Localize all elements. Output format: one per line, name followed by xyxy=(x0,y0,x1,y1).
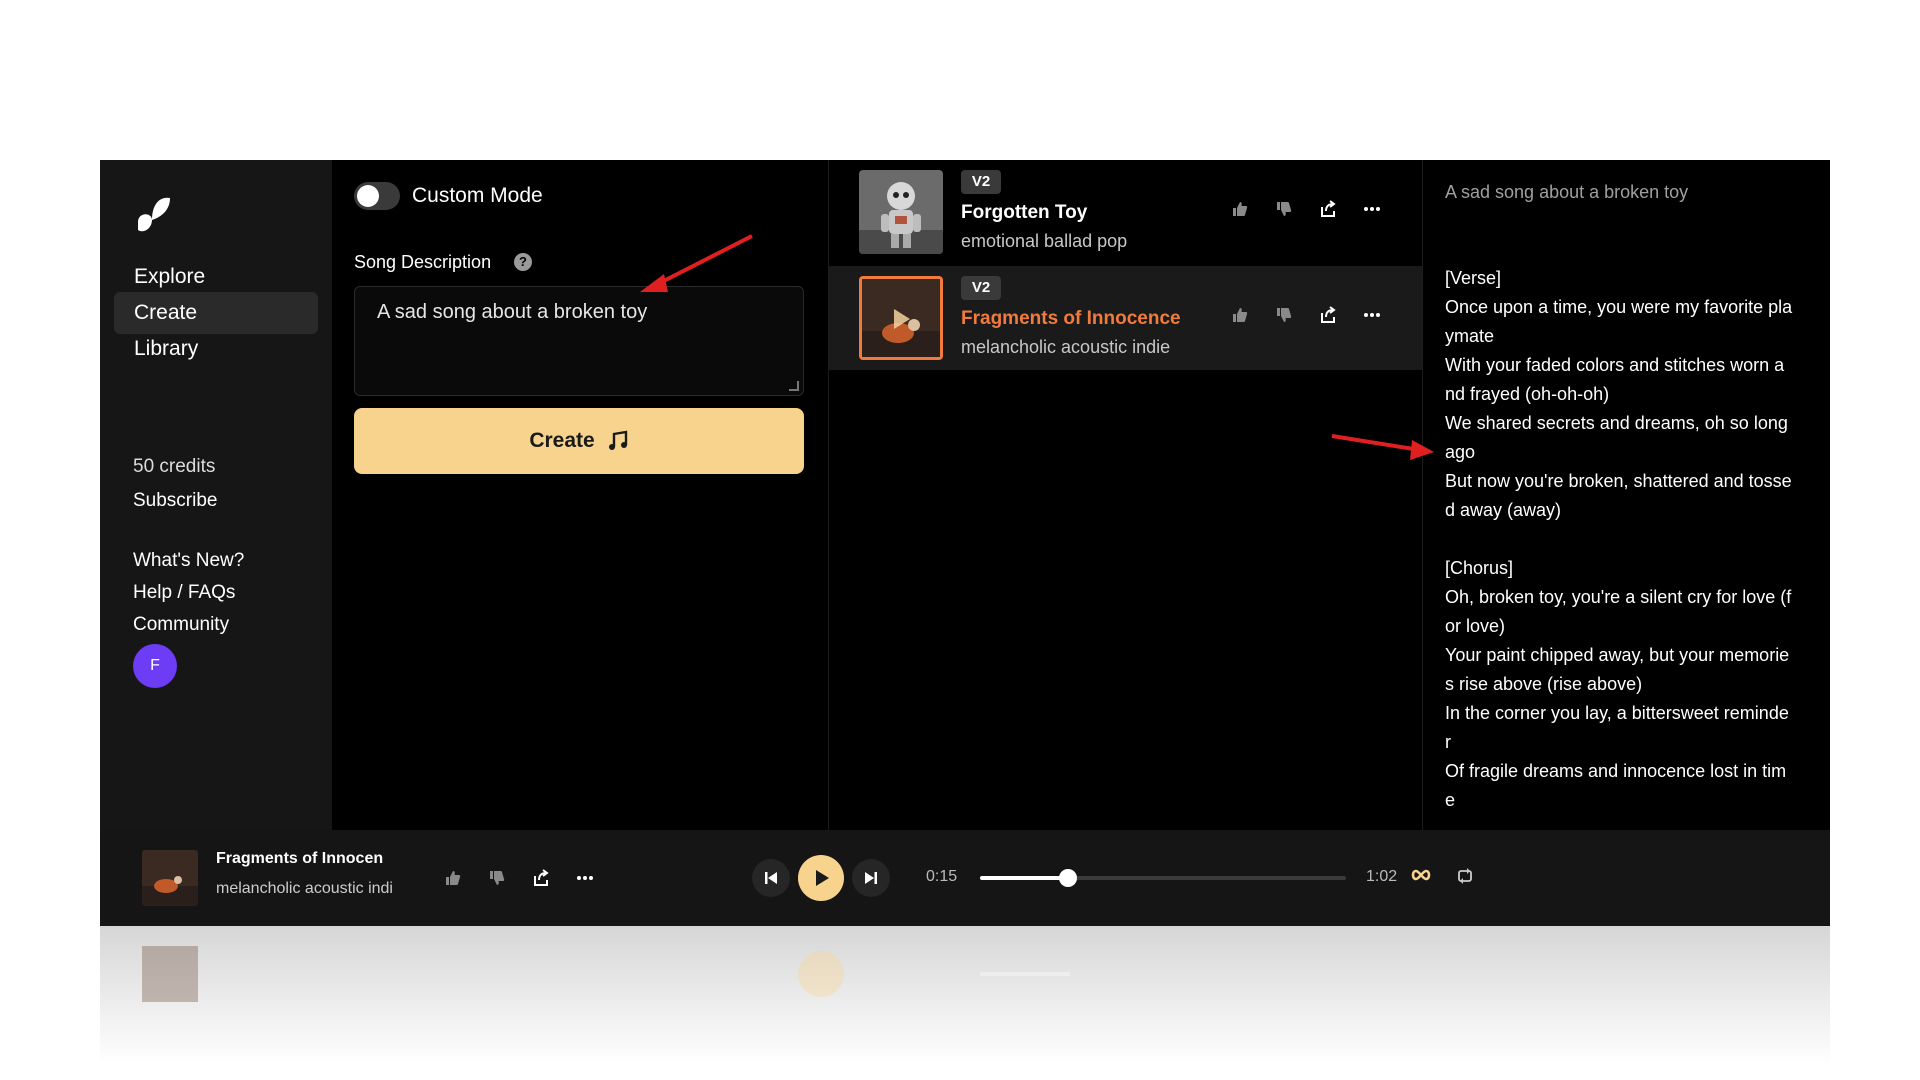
community-link[interactable]: Community xyxy=(133,614,229,636)
player-thumbnail[interactable] xyxy=(142,850,198,906)
share-icon[interactable] xyxy=(1317,304,1339,326)
more-options-icon[interactable] xyxy=(574,867,596,889)
song-description-value: A sad song about a broken toy xyxy=(377,301,648,323)
custom-mode-label: Custom Mode xyxy=(412,184,543,207)
resize-grip-icon[interactable] xyxy=(789,381,799,391)
player-bar: Fragments of Innocen melancholic acousti… xyxy=(100,830,1830,926)
song-description-label: Song Description xyxy=(354,252,492,272)
lyrics-prompt: A sad song about a broken toy xyxy=(1445,182,1689,202)
progress-slider[interactable] xyxy=(980,869,1346,887)
song-title[interactable]: Forgotten Toy xyxy=(961,202,1087,224)
share-icon[interactable] xyxy=(1317,198,1339,220)
skip-back-icon xyxy=(765,872,777,884)
annotation-arrow-icon xyxy=(640,234,753,292)
song-actions xyxy=(1229,198,1383,220)
avatar[interactable]: F xyxy=(133,644,177,688)
song-list: V2 Forgotten Toy emotional ballad pop V2… xyxy=(828,160,1423,830)
annotation-arrow-icon xyxy=(1331,434,1434,460)
infinity-loop-icon[interactable] xyxy=(1410,868,1432,887)
thumbs-up-icon[interactable] xyxy=(442,867,464,889)
whats-new-link[interactable]: What's New? xyxy=(133,550,244,572)
reflection-progress xyxy=(980,972,1070,976)
help-icon[interactable]: ? xyxy=(514,253,532,271)
broken-toy-image xyxy=(142,850,198,906)
thumbs-up-icon[interactable] xyxy=(1229,198,1251,220)
more-options-icon[interactable] xyxy=(1361,304,1383,326)
skip-forward-icon xyxy=(865,872,877,884)
player-actions xyxy=(442,867,596,889)
song-title[interactable]: Fragments of Innocence xyxy=(961,308,1181,330)
song-row[interactable]: V2 Forgotten Toy emotional ballad pop xyxy=(829,160,1423,264)
player-reflection xyxy=(100,926,1830,1080)
song-row-selected[interactable]: V2 Fragments of Innocence melancholic ac… xyxy=(829,266,1423,370)
total-time: 1:02 xyxy=(1366,868,1398,885)
progress-knob[interactable] xyxy=(1058,869,1077,887)
song-style: melancholic acoustic indie xyxy=(961,337,1171,357)
toggle-knob xyxy=(357,185,379,207)
repeat-icon[interactable] xyxy=(1456,867,1474,890)
app-window: Explore Create Library 50 credits Subscr… xyxy=(100,160,1830,926)
progress-fill xyxy=(980,876,1068,880)
more-options-icon[interactable] xyxy=(1361,198,1383,220)
thumbs-down-icon[interactable] xyxy=(486,867,508,889)
music-note-icon xyxy=(608,430,627,450)
lyrics-text: [Verse] Once upon a time, you were my fa… xyxy=(1445,268,1793,810)
play-icon xyxy=(816,870,829,886)
suno-wave-logo-icon[interactable] xyxy=(130,190,176,236)
create-button-label: Create xyxy=(529,429,595,452)
song-style: emotional ballad pop xyxy=(961,231,1128,251)
reflection-thumb xyxy=(142,946,198,1002)
play-button[interactable] xyxy=(798,855,844,901)
song-actions xyxy=(1229,304,1383,326)
custom-mode-toggle[interactable] xyxy=(354,182,400,210)
share-icon[interactable] xyxy=(530,867,552,889)
current-time: 0:15 xyxy=(926,868,958,885)
help-faqs-link[interactable]: Help / FAQs xyxy=(133,582,235,604)
version-badge: V2 xyxy=(961,276,1001,300)
lyrics-panel: A sad song about a broken toy [Verse] On… xyxy=(1422,160,1830,830)
version-badge: V2 xyxy=(961,170,1001,194)
reflection-play xyxy=(798,951,844,997)
credits-count: 50 credits xyxy=(133,456,216,477)
next-track-button[interactable] xyxy=(852,859,890,897)
subscribe-link[interactable]: Subscribe xyxy=(133,490,218,512)
thumbs-down-icon[interactable] xyxy=(1273,304,1295,326)
thumbs-up-icon[interactable] xyxy=(1229,304,1251,326)
player-song-title[interactable]: Fragments of Innocen xyxy=(216,850,383,868)
sidebar: Explore Create Library 50 credits Subscr… xyxy=(100,160,332,830)
thumbs-down-icon[interactable] xyxy=(1273,198,1295,220)
previous-track-button[interactable] xyxy=(752,859,790,897)
player-song-style: melancholic acoustic indi xyxy=(216,880,393,897)
create-button[interactable]: Create xyxy=(354,408,804,474)
sidebar-item-library[interactable]: Library xyxy=(114,328,318,370)
reflection-content xyxy=(100,926,1830,1022)
